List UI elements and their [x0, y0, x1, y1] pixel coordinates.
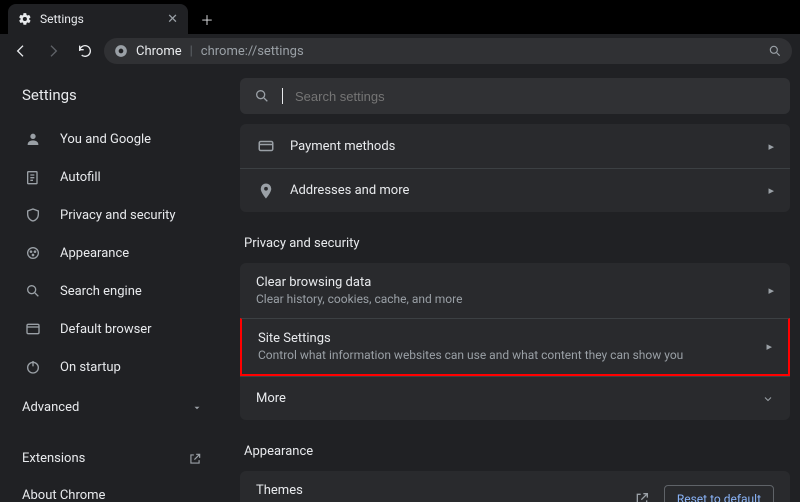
sidebar-label: Search engine: [60, 284, 142, 299]
search-icon: [254, 88, 270, 104]
sidebar-item-search-engine[interactable]: Search engine: [0, 272, 230, 310]
person-icon: [24, 130, 42, 148]
row-themes[interactable]: Themes Just Black Reset to default: [240, 471, 790, 502]
sidebar: Settings You and Google Autofill Privacy…: [0, 68, 230, 502]
reload-button[interactable]: [72, 38, 98, 64]
row-title: Site Settings: [258, 331, 752, 346]
autofill-card: Payment methods ▸ Addresses and more ▸: [240, 124, 790, 212]
sidebar-item-privacy[interactable]: Privacy and security: [0, 196, 230, 234]
sidebar-label: Privacy and security: [60, 208, 176, 223]
row-title: More: [256, 391, 748, 406]
back-button[interactable]: [8, 38, 34, 64]
gear-icon: [18, 12, 32, 26]
sidebar-label: Default browser: [60, 322, 152, 337]
sidebar-label: Autofill: [60, 170, 101, 185]
reset-to-default-button[interactable]: Reset to default: [664, 485, 774, 502]
search-input[interactable]: [295, 89, 776, 104]
row-subtitle: Control what information websites can us…: [258, 348, 752, 362]
section-title-privacy: Privacy and security: [240, 218, 790, 263]
browser-toolbar: Chrome | chrome://settings: [0, 34, 800, 68]
browser-tab[interactable]: Settings ✕: [8, 4, 188, 34]
address-bar[interactable]: Chrome | chrome://settings: [104, 38, 792, 64]
sidebar-item-you-and-google[interactable]: You and Google: [0, 120, 230, 158]
chevron-right-icon: ▸: [768, 184, 774, 197]
row-clear-browsing-data[interactable]: Clear browsing data Clear history, cooki…: [240, 263, 790, 318]
sidebar-label: Appearance: [60, 246, 129, 261]
appearance-card: Themes Just Black Reset to default Show …: [240, 471, 790, 502]
browser-icon: [24, 320, 42, 338]
row-title: Clear browsing data: [256, 275, 754, 290]
card-icon: [256, 137, 276, 155]
sidebar-item-default-browser[interactable]: Default browser: [0, 310, 230, 348]
row-site-settings[interactable]: Site Settings Control what information w…: [240, 318, 790, 376]
chevron-right-icon: ▸: [766, 340, 772, 353]
appearance-icon: [24, 244, 42, 262]
sidebar-item-autofill[interactable]: Autofill: [0, 158, 230, 196]
row-title: Themes: [256, 483, 620, 498]
search-settings[interactable]: [240, 78, 790, 114]
sidebar-item-on-startup[interactable]: On startup: [0, 348, 230, 386]
chrome-icon: [114, 44, 128, 58]
row-title: Payment methods: [290, 139, 754, 154]
omnibox-divider: |: [190, 44, 193, 59]
tab-strip: Settings ✕ ＋: [0, 0, 800, 34]
advanced-label: Advanced: [22, 400, 79, 415]
extensions-label: Extensions: [22, 451, 85, 466]
power-icon: [24, 358, 42, 376]
chevron-right-icon: ▸: [768, 284, 774, 297]
row-payment-methods[interactable]: Payment methods ▸: [240, 124, 790, 168]
sidebar-label: You and Google: [60, 132, 151, 147]
chevron-down-icon: [762, 393, 774, 405]
row-title: Addresses and more: [290, 183, 754, 198]
section-title-appearance: Appearance: [240, 426, 790, 471]
sidebar-about[interactable]: About Chrome: [0, 480, 230, 502]
close-icon[interactable]: ✕: [167, 12, 178, 27]
open-external-icon[interactable]: [634, 491, 650, 502]
sidebar-advanced[interactable]: Advanced: [0, 386, 230, 429]
shield-icon: [24, 206, 42, 224]
open-external-icon: [188, 452, 202, 466]
location-icon: [256, 182, 276, 200]
privacy-card: Clear browsing data Clear history, cooki…: [240, 263, 790, 420]
new-tab-button[interactable]: ＋: [194, 6, 220, 32]
page-title: Settings: [0, 82, 230, 120]
text-cursor: [282, 88, 283, 104]
omnibox-path: chrome://settings: [201, 44, 304, 59]
sidebar-item-appearance[interactable]: Appearance: [0, 234, 230, 272]
sidebar-extensions[interactable]: Extensions: [0, 437, 230, 480]
chevron-down-icon: [192, 403, 202, 413]
about-label: About Chrome: [22, 488, 105, 502]
autofill-icon: [24, 168, 42, 186]
settings-app: Settings You and Google Autofill Privacy…: [0, 68, 800, 502]
tab-title: Settings: [40, 12, 159, 26]
settings-content: Payment methods ▸ Addresses and more ▸ P…: [230, 68, 800, 502]
row-addresses[interactable]: Addresses and more ▸: [240, 168, 790, 212]
search-icon: [24, 282, 42, 300]
chevron-right-icon: ▸: [768, 140, 774, 153]
omnibox-origin: Chrome: [136, 44, 182, 59]
row-more[interactable]: More: [240, 376, 790, 420]
sidebar-label: On startup: [60, 360, 121, 375]
row-subtitle: Clear history, cookies, cache, and more: [256, 292, 754, 306]
search-icon[interactable]: [768, 44, 782, 58]
forward-button[interactable]: [40, 38, 66, 64]
